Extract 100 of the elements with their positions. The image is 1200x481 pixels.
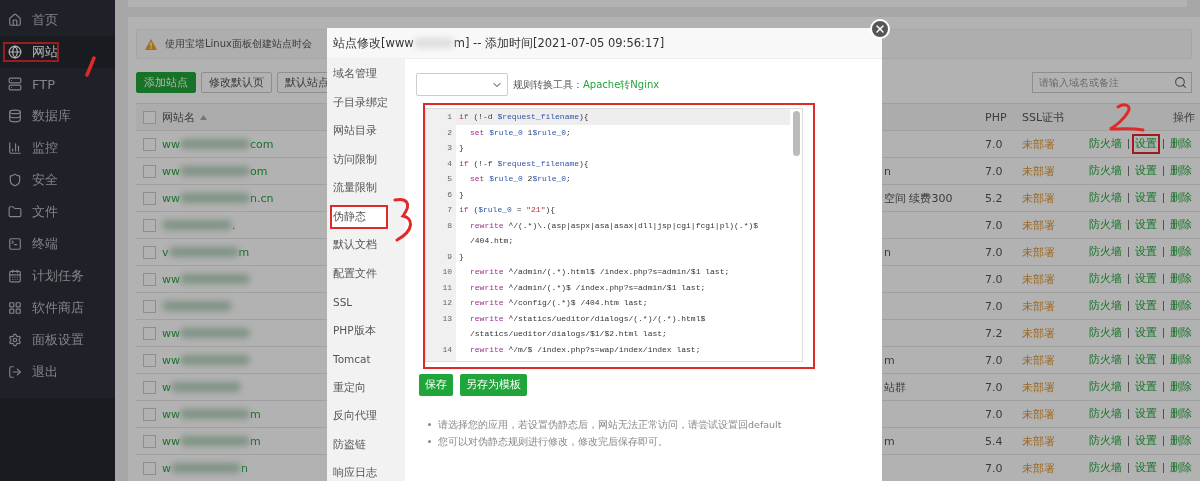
sidebar-item[interactable]: 监控 [0, 132, 115, 164]
action-link[interactable]: 删除 [1167, 378, 1195, 396]
toolbar-button[interactable]: 修改默认页 [201, 72, 272, 93]
site-name[interactable]: w [162, 380, 171, 394]
rule-select[interactable] [416, 73, 508, 96]
search-field[interactable]: 请输入域名或备注 [1032, 72, 1192, 93]
save-button[interactable]: 保存 [419, 374, 453, 396]
save-button[interactable]: 另存为模板 [460, 374, 527, 396]
action-link[interactable]: 防火墙 [1086, 351, 1125, 369]
checkbox[interactable] [143, 407, 156, 421]
site-name[interactable]: m [250, 434, 261, 448]
site-name[interactable]: ww [162, 137, 180, 151]
action-link[interactable]: 设置 [1132, 243, 1160, 261]
menu-item[interactable]: 防盗链 [327, 430, 405, 459]
menu-item[interactable]: 重定向 [327, 373, 405, 402]
checkbox[interactable] [143, 245, 156, 259]
menu-item[interactable]: PHP版本 [327, 316, 405, 345]
action-link[interactable]: 设置 [1132, 216, 1160, 234]
action-link[interactable]: 防火墙 [1086, 405, 1125, 423]
menu-item[interactable]: 反向代理 [327, 402, 405, 431]
action-link[interactable]: 设置 [1132, 270, 1160, 288]
action-link[interactable]: 设置 [1132, 378, 1160, 396]
action-link[interactable]: 设置 [1132, 459, 1160, 477]
converter-link[interactable]: Apache转Nginx [583, 77, 660, 92]
checkbox[interactable] [143, 137, 156, 151]
menu-item[interactable]: Tomcat [327, 345, 405, 374]
action-link[interactable]: 防火墙 [1086, 243, 1125, 261]
sidebar-item[interactable]: 数据库 [0, 100, 115, 132]
action-link[interactable]: 防火墙 [1086, 216, 1125, 234]
checkbox[interactable] [143, 380, 156, 394]
action-link[interactable]: 删除 [1167, 135, 1195, 153]
checkbox[interactable] [143, 299, 156, 313]
action-link[interactable]: 防火墙 [1086, 324, 1125, 342]
site-name[interactable]: w [162, 461, 171, 475]
action-link[interactable]: 防火墙 [1086, 459, 1125, 477]
menu-item[interactable]: 伪静态 [330, 204, 388, 229]
sidebar-item[interactable]: 安全 [0, 164, 115, 196]
action-link[interactable]: 删除 [1167, 243, 1195, 261]
action-link[interactable]: 设置 [1132, 351, 1160, 369]
action-link[interactable]: 防火墙 [1086, 432, 1125, 450]
sidebar-item[interactable]: 计划任务 [0, 260, 115, 292]
action-link[interactable]: 设置 [1132, 189, 1160, 207]
sidebar-item[interactable]: 网站 [0, 36, 115, 68]
site-name[interactable]: . [232, 218, 236, 232]
checkbox[interactable] [143, 461, 156, 475]
action-link[interactable]: 删除 [1167, 432, 1195, 450]
site-name[interactable]: ww [162, 353, 180, 367]
sidebar-item[interactable]: 首页 [0, 4, 115, 36]
checkbox[interactable] [143, 191, 156, 205]
site-name[interactable]: v [162, 245, 169, 259]
sidebar-item[interactable]: FTP [0, 68, 115, 100]
site-name[interactable]: ww [162, 434, 180, 448]
action-link[interactable]: 删除 [1167, 216, 1195, 234]
sidebar-item[interactable]: 终端 [0, 228, 115, 260]
menu-item[interactable]: 响应日志 [327, 459, 405, 481]
action-link[interactable]: 删除 [1167, 324, 1195, 342]
action-link[interactable]: 设置 [1132, 432, 1160, 450]
menu-item[interactable]: 流量限制 [327, 174, 405, 203]
action-link[interactable]: 设置 [1132, 134, 1160, 154]
action-link[interactable]: 删除 [1167, 297, 1195, 315]
action-link[interactable]: 删除 [1167, 351, 1195, 369]
site-name[interactable]: n.cn [250, 191, 274, 205]
action-link[interactable]: 删除 [1167, 459, 1195, 477]
site-name[interactable]: n [241, 461, 248, 475]
action-link[interactable]: 删除 [1167, 162, 1195, 180]
site-name[interactable]: m [250, 407, 261, 421]
site-name[interactable]: ww [162, 272, 180, 286]
action-link[interactable]: 防火墙 [1086, 189, 1125, 207]
site-name[interactable]: ww [162, 191, 180, 205]
menu-item[interactable]: 配置文件 [327, 259, 405, 288]
action-link[interactable]: 设置 [1132, 405, 1160, 423]
checkbox[interactable] [143, 164, 156, 178]
sidebar-item[interactable]: 面板设置 [0, 324, 115, 356]
scrollbar-thumb[interactable] [793, 111, 800, 156]
site-name[interactable]: ww [162, 407, 180, 421]
site-name[interactable]: ww [162, 164, 180, 178]
action-link[interactable]: 防火墙 [1086, 270, 1125, 288]
checkbox[interactable] [143, 353, 156, 367]
action-link[interactable]: 防火墙 [1086, 378, 1125, 396]
checkbox[interactable] [143, 434, 156, 448]
action-link[interactable]: 防火墙 [1086, 162, 1125, 180]
checkbox[interactable] [143, 110, 156, 124]
action-link[interactable]: 设置 [1132, 162, 1160, 180]
action-link[interactable]: 设置 [1132, 297, 1160, 315]
checkbox[interactable] [143, 272, 156, 286]
action-link[interactable]: 删除 [1167, 405, 1195, 423]
action-link[interactable]: 设置 [1132, 324, 1160, 342]
menu-item[interactable]: 默认文档 [327, 231, 405, 260]
action-link[interactable]: 防火墙 [1086, 135, 1125, 153]
sidebar-item[interactable]: 退出 [0, 356, 115, 388]
action-link[interactable]: 删除 [1167, 189, 1195, 207]
site-name[interactable]: com [250, 137, 274, 151]
menu-item[interactable]: 网站目录 [327, 117, 405, 146]
site-name[interactable]: m [238, 245, 250, 259]
site-name[interactable]: om [250, 164, 268, 178]
sidebar-item[interactable]: 文件 [0, 196, 115, 228]
site-name[interactable]: ww [162, 326, 180, 340]
action-link[interactable]: 删除 [1167, 270, 1195, 288]
menu-item[interactable]: 访问限制 [327, 145, 405, 174]
action-link[interactable]: 防火墙 [1086, 297, 1125, 315]
